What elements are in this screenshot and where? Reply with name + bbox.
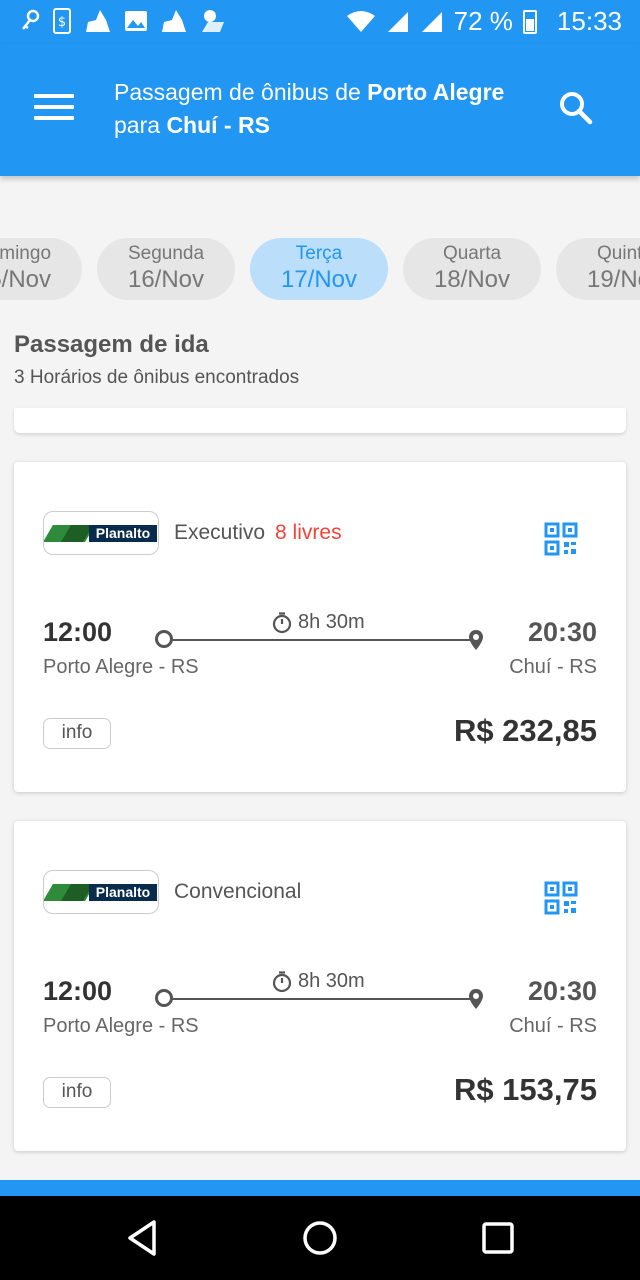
origin-dot-icon — [155, 989, 173, 1007]
service-type: Executivo 8 livres — [174, 521, 342, 545]
app-bar: Passagem de ônibus de Porto Alegre para … — [0, 44, 640, 176]
recents-icon[interactable] — [476, 1216, 520, 1260]
key-icon — [22, 9, 40, 30]
chip-date: 15/Nov — [0, 266, 52, 293]
arrival-time: 20:30 — [527, 976, 597, 1006]
origin-dot-icon — [155, 630, 173, 648]
back-icon[interactable] — [120, 1216, 164, 1260]
wifi-icon — [346, 10, 375, 32]
seats-available: 8 livres — [275, 521, 342, 544]
trip-card[interactable]: Planalto Convencional 12:00 8h 30m 20:30… — [14, 821, 626, 1151]
home-icon[interactable] — [298, 1216, 342, 1260]
service-label: Convencional — [174, 880, 302, 903]
date-selector: Domingo 15/Nov Segunda 16/Nov Terça 17/N… — [0, 238, 640, 302]
arrival-city: Chuí - RS — [509, 1015, 597, 1037]
trip-card-partial[interactable] — [14, 408, 626, 433]
trip-duration: 8h 30m — [272, 611, 365, 634]
date-chip-thursday[interactable]: Quinta 19/Nov — [556, 238, 640, 300]
chip-date: 18/Nov — [433, 266, 511, 293]
location-pin-icon — [469, 630, 483, 650]
date-chip-tuesday[interactable]: Terça 17/Nov — [250, 238, 388, 300]
payment-app-icon: $ — [53, 8, 71, 34]
chip-day: Quarta — [442, 243, 502, 264]
duration-text: 8h 30m — [298, 611, 365, 633]
signal-icon — [387, 11, 408, 32]
chip-day: Segunda — [127, 243, 205, 264]
service-type: Convencional — [174, 880, 311, 904]
departure-time: 12:00 — [43, 976, 113, 1006]
service-label: Executivo — [174, 521, 266, 544]
info-button[interactable]: info — [43, 1077, 111, 1108]
arrival-time: 20:30 — [527, 617, 597, 647]
company-logo: Planalto — [43, 870, 159, 914]
clock: 15:33 — [556, 6, 622, 36]
duration-text: 8h 30m — [298, 970, 365, 992]
title-mid: para — [114, 112, 167, 138]
image-icon — [125, 11, 147, 31]
search-icon[interactable] — [558, 90, 594, 126]
date-chip-wednesday[interactable]: Quarta 18/Nov — [403, 238, 541, 300]
title-origin: Porto Alegre — [367, 79, 505, 105]
chip-date: 16/Nov — [127, 266, 205, 293]
cleaner-icon — [86, 10, 110, 32]
notification-icons: $ — [20, 8, 226, 34]
signal-icon-2 — [421, 11, 442, 32]
stopwatch-icon — [272, 970, 292, 992]
departure-city: Porto Alegre - RS — [43, 1015, 199, 1037]
trip-price: R$ 232,85 — [453, 713, 597, 748]
qr-code-icon[interactable] — [544, 522, 578, 556]
chip-date: 19/Nov — [586, 266, 640, 293]
svg-text:$: $ — [58, 15, 66, 30]
trip-price: R$ 153,75 — [453, 1072, 597, 1107]
page-title: Passagem de ônibus de Porto Alegre para … — [114, 76, 544, 142]
location-pin-icon — [469, 989, 483, 1009]
route-line — [164, 998, 474, 1000]
title-prefix: Passagem de ônibus de — [114, 79, 368, 105]
cleaner-icon-2 — [162, 10, 186, 32]
chip-day: Domingo — [0, 243, 52, 264]
chip-day: Terça — [295, 243, 343, 264]
title-destination: Chuí - RS — [166, 112, 270, 138]
date-chip-monday[interactable]: Segunda 16/Nov — [97, 238, 235, 300]
arrival-city: Chuí - RS — [509, 656, 597, 678]
bottom-bar-edge — [0, 1180, 640, 1196]
boost-icon — [202, 10, 224, 32]
company-name: Planalto — [89, 525, 157, 542]
chip-date: 17/Nov — [280, 266, 358, 293]
system-nav-bar — [0, 1196, 640, 1280]
battery-percent: 72 % — [453, 6, 513, 36]
company-name: Planalto — [89, 884, 157, 901]
departure-city: Porto Alegre - RS — [43, 656, 199, 678]
status-bar: $ 72 % 15:33 — [0, 0, 640, 44]
results-count: 3 Horários de ônibus encontrados — [14, 367, 300, 388]
chip-day: Quinta — [597, 243, 640, 264]
departure-time: 12:00 — [43, 617, 113, 647]
company-logo: Planalto — [43, 511, 159, 555]
stopwatch-icon — [272, 611, 292, 633]
route-line — [164, 639, 474, 641]
date-chip-sunday[interactable]: Domingo 15/Nov — [0, 238, 82, 300]
trip-duration: 8h 30m — [272, 970, 365, 993]
section-title: Passagem de ida — [14, 331, 209, 358]
battery-icon — [522, 9, 537, 34]
menu-icon[interactable] — [34, 94, 74, 124]
qr-code-icon[interactable] — [544, 881, 578, 915]
info-button[interactable]: info — [43, 718, 111, 749]
trip-card[interactable]: Planalto Executivo 8 livres 12:00 8h 30m … — [14, 462, 626, 792]
